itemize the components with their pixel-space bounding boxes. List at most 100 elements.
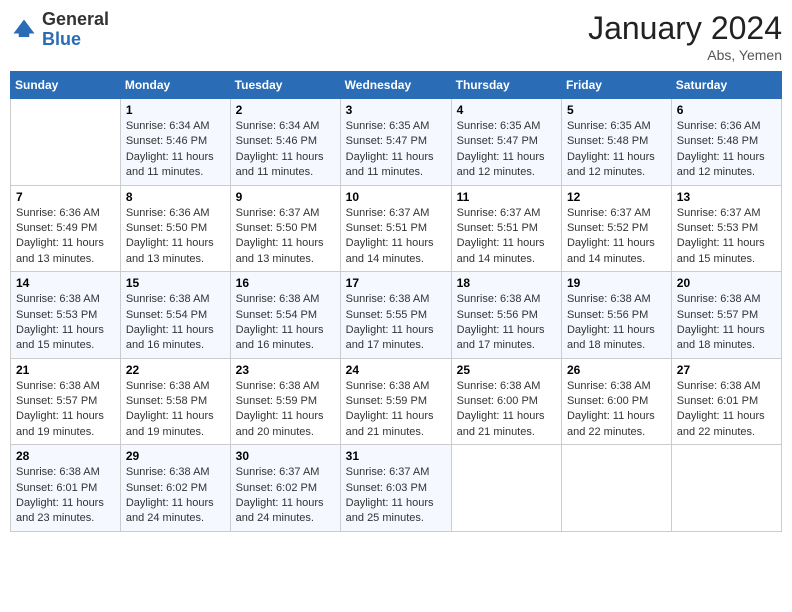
calendar-cell: 6 Sunrise: 6:36 AMSunset: 5:48 PMDaylight… <box>671 99 781 186</box>
day-number: 21 <box>16 363 115 377</box>
day-detail: Sunrise: 6:38 AMSunset: 6:01 PMDaylight:… <box>16 465 115 527</box>
calendar-cell: 18Sunrise: 6:38 AMSunset: 5:56 PMDayligh… <box>451 272 561 359</box>
day-detail: Sunrise: 6:35 AMSunset: 5:47 PMDaylight:… <box>346 119 446 181</box>
day-detail: Sunrise: 6:35 AMSunset: 5:47 PMDaylight:… <box>457 119 556 181</box>
day-number: 12 <box>567 190 666 204</box>
day-number: 9 <box>236 190 335 204</box>
calendar-cell <box>451 445 561 532</box>
day-detail: Sunrise: 6:37 AMSunset: 6:02 PMDaylight:… <box>236 465 335 527</box>
day-number: 31 <box>346 449 446 463</box>
calendar-cell <box>11 99 121 186</box>
day-number: 17 <box>346 276 446 290</box>
page-header: General Blue January 2024 Abs, Yemen <box>10 10 782 63</box>
calendar-cell: 13 Sunrise: 6:37 AMSunset: 5:53 PMDayligh… <box>671 185 781 272</box>
day-detail: Sunrise: 6:38 AMSunset: 5:55 PMDaylight:… <box>346 292 446 354</box>
day-number: 3 <box>346 103 446 117</box>
weekday-header-tuesday: Tuesday <box>230 72 340 99</box>
day-detail: Sunrise: 6:36 AMSunset: 5:49 PMDaylight:… <box>16 206 115 268</box>
day-number: 18 <box>457 276 556 290</box>
calendar-cell: 7Sunrise: 6:36 AMSunset: 5:49 PMDaylight… <box>11 185 121 272</box>
day-detail: Sunrise: 6:36 AMSunset: 5:50 PMDaylight:… <box>126 206 225 268</box>
logo: General Blue <box>10 10 109 50</box>
title-block: January 2024 Abs, Yemen <box>588 10 782 63</box>
day-detail: Sunrise: 6:38 AMSunset: 5:59 PMDaylight:… <box>236 379 335 441</box>
logo-general-text: General <box>42 9 109 29</box>
day-number: 8 <box>126 190 225 204</box>
day-number: 26 <box>567 363 666 377</box>
calendar-cell: 10 Sunrise: 6:37 AMSunset: 5:51 PMDayligh… <box>340 185 451 272</box>
day-detail: Sunrise: 6:38 AMSunset: 6:00 PMDaylight:… <box>457 379 556 441</box>
day-number: 30 <box>236 449 335 463</box>
day-number: 4 <box>457 103 556 117</box>
day-number: 13 <box>677 190 776 204</box>
day-number: 1 <box>126 103 225 117</box>
calendar-cell: 17 Sunrise: 6:38 AMSunset: 5:55 PMDayligh… <box>340 272 451 359</box>
day-number: 15 <box>126 276 225 290</box>
logo-blue-text: Blue <box>42 29 81 49</box>
calendar-cell <box>561 445 671 532</box>
day-detail: Sunrise: 6:37 AMSunset: 5:51 PMDaylight:… <box>457 206 556 268</box>
day-number: 23 <box>236 363 335 377</box>
calendar-cell: 23 Sunrise: 6:38 AMSunset: 5:59 PMDayligh… <box>230 358 340 445</box>
calendar-table: SundayMondayTuesdayWednesdayThursdayFrid… <box>10 71 782 532</box>
day-number: 27 <box>677 363 776 377</box>
calendar-cell: 2 Sunrise: 6:34 AMSunset: 5:46 PMDaylight… <box>230 99 340 186</box>
day-detail: Sunrise: 6:37 AMSunset: 5:50 PMDaylight:… <box>236 206 335 268</box>
calendar-cell: 8 Sunrise: 6:36 AMSunset: 5:50 PMDaylight… <box>120 185 230 272</box>
calendar-cell: 11 Sunrise: 6:37 AMSunset: 5:51 PMDayligh… <box>451 185 561 272</box>
calendar-cell: 22 Sunrise: 6:38 AMSunset: 5:58 PMDayligh… <box>120 358 230 445</box>
calendar-cell: 26 Sunrise: 6:38 AMSunset: 6:00 PMDayligh… <box>561 358 671 445</box>
calendar-cell: 25 Sunrise: 6:38 AMSunset: 6:00 PMDayligh… <box>451 358 561 445</box>
day-number: 2 <box>236 103 335 117</box>
day-detail: Sunrise: 6:38 AMSunset: 5:57 PMDaylight:… <box>16 379 115 441</box>
day-number: 24 <box>346 363 446 377</box>
day-detail: Sunrise: 6:38 AMSunset: 5:58 PMDaylight:… <box>126 379 225 441</box>
week-row-5: 28 Sunrise: 6:38 AMSunset: 6:01 PMDayligh… <box>11 445 782 532</box>
day-detail: Sunrise: 6:37 AMSunset: 5:52 PMDaylight:… <box>567 206 666 268</box>
calendar-cell: 14 Sunrise: 6:38 AMSunset: 5:53 PMDayligh… <box>11 272 121 359</box>
header-row: SundayMondayTuesdayWednesdayThursdayFrid… <box>11 72 782 99</box>
day-number: 20 <box>677 276 776 290</box>
calendar-cell: 27 Sunrise: 6:38 AMSunset: 6:01 PMDayligh… <box>671 358 781 445</box>
calendar-cell: 24 Sunrise: 6:38 AMSunset: 5:59 PMDayligh… <box>340 358 451 445</box>
week-row-3: 14 Sunrise: 6:38 AMSunset: 5:53 PMDayligh… <box>11 272 782 359</box>
day-detail: Sunrise: 6:34 AMSunset: 5:46 PMDaylight:… <box>126 119 225 181</box>
calendar-cell: 12 Sunrise: 6:37 AMSunset: 5:52 PMDayligh… <box>561 185 671 272</box>
weekday-header-wednesday: Wednesday <box>340 72 451 99</box>
weekday-header-friday: Friday <box>561 72 671 99</box>
day-detail: Sunrise: 6:38 AMSunset: 5:54 PMDaylight:… <box>126 292 225 354</box>
calendar-cell: 4 Sunrise: 6:35 AMSunset: 5:47 PMDaylight… <box>451 99 561 186</box>
day-detail: Sunrise: 6:38 AMSunset: 6:00 PMDaylight:… <box>567 379 666 441</box>
day-detail: Sunrise: 6:38 AMSunset: 5:54 PMDaylight:… <box>236 292 335 354</box>
day-detail: Sunrise: 6:37 AMSunset: 6:03 PMDaylight:… <box>346 465 446 527</box>
day-detail: Sunrise: 6:37 AMSunset: 5:51 PMDaylight:… <box>346 206 446 268</box>
calendar-cell: 9 Sunrise: 6:37 AMSunset: 5:50 PMDaylight… <box>230 185 340 272</box>
day-number: 5 <box>567 103 666 117</box>
day-number: 14 <box>16 276 115 290</box>
day-number: 22 <box>126 363 225 377</box>
week-row-2: 7Sunrise: 6:36 AMSunset: 5:49 PMDaylight… <box>11 185 782 272</box>
day-detail: Sunrise: 6:36 AMSunset: 5:48 PMDaylight:… <box>677 119 776 181</box>
day-number: 10 <box>346 190 446 204</box>
calendar-cell: 16Sunrise: 6:38 AMSunset: 5:54 PMDayligh… <box>230 272 340 359</box>
day-detail: Sunrise: 6:37 AMSunset: 5:53 PMDaylight:… <box>677 206 776 268</box>
day-detail: Sunrise: 6:34 AMSunset: 5:46 PMDaylight:… <box>236 119 335 181</box>
day-number: 29 <box>126 449 225 463</box>
day-detail: Sunrise: 6:38 AMSunset: 5:56 PMDaylight:… <box>567 292 666 354</box>
day-detail: Sunrise: 6:38 AMSunset: 5:53 PMDaylight:… <box>16 292 115 354</box>
day-detail: Sunrise: 6:38 AMSunset: 5:59 PMDaylight:… <box>346 379 446 441</box>
calendar-cell <box>671 445 781 532</box>
month-title: January 2024 <box>588 10 782 47</box>
week-row-1: 1 Sunrise: 6:34 AMSunset: 5:46 PMDaylight… <box>11 99 782 186</box>
day-number: 25 <box>457 363 556 377</box>
location: Abs, Yemen <box>588 47 782 63</box>
logo-icon <box>10 16 38 44</box>
weekday-header-saturday: Saturday <box>671 72 781 99</box>
day-number: 28 <box>16 449 115 463</box>
day-detail: Sunrise: 6:38 AMSunset: 5:57 PMDaylight:… <box>677 292 776 354</box>
calendar-cell: 15 Sunrise: 6:38 AMSunset: 5:54 PMDayligh… <box>120 272 230 359</box>
calendar-cell: 21 Sunrise: 6:38 AMSunset: 5:57 PMDayligh… <box>11 358 121 445</box>
day-number: 11 <box>457 190 556 204</box>
day-detail: Sunrise: 6:38 AMSunset: 6:01 PMDaylight:… <box>677 379 776 441</box>
day-number: 6 <box>677 103 776 117</box>
